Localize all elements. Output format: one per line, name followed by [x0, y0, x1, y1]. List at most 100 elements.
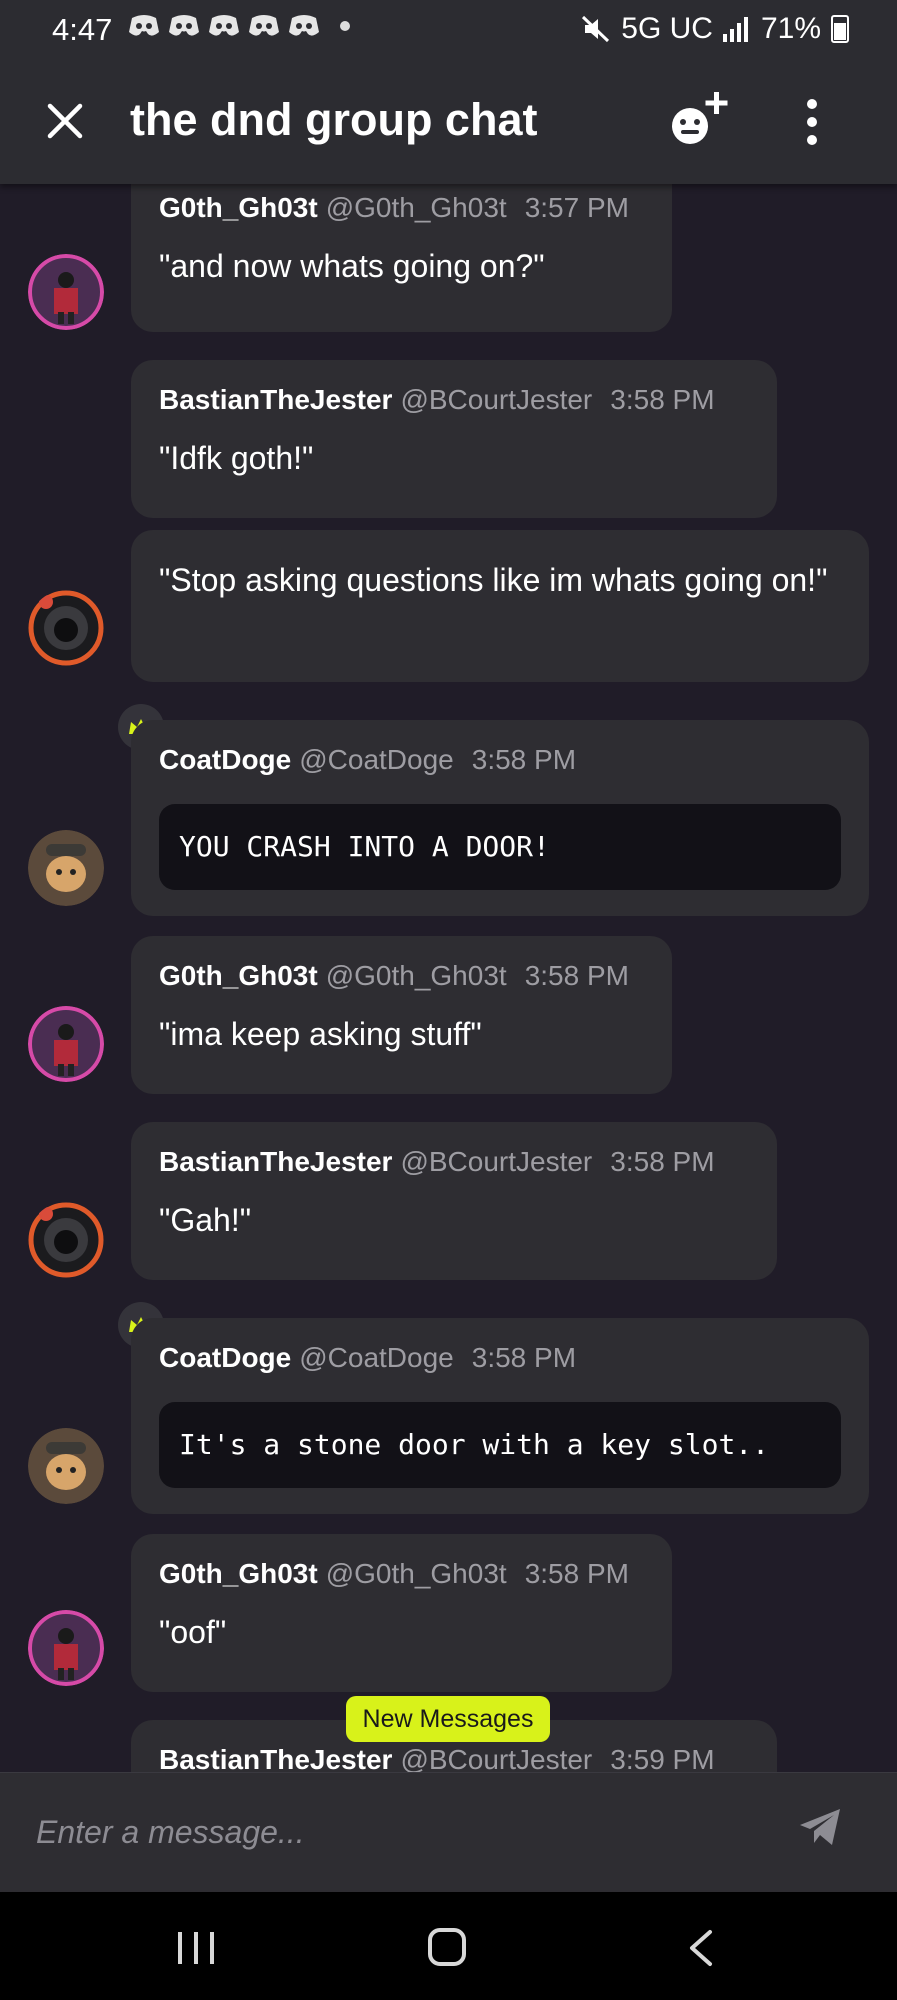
author-name[interactable]: CoatDoge [159, 1342, 291, 1373]
author-name[interactable]: G0th_Gh03t [159, 1558, 318, 1589]
chat-title: the dnd group chat [130, 94, 538, 145]
avatar-coatdoge[interactable] [28, 830, 104, 906]
avatar-coatdoge[interactable] [28, 1428, 104, 1504]
network-label: 5G UC [621, 12, 713, 45]
avatar-goth[interactable] [28, 1006, 104, 1082]
notification-icons [128, 14, 350, 38]
message-time: 3:59 PM [610, 1744, 715, 1772]
add-member-button[interactable] [668, 88, 732, 150]
send-icon [800, 1809, 840, 1845]
message-meta: G0th_Gh03t @G0th_Gh03t 3:58 PM [159, 1558, 629, 1590]
message-bubble[interactable]: BastianTheJester @BCourtJester 3:58 PM "Ga… [131, 1122, 777, 1280]
message-bubble[interactable]: BastianTheJester @BCourtJester 3:58 PM "Id… [131, 360, 777, 518]
author-name[interactable]: BastianTheJester [159, 1744, 392, 1772]
avatar-jester[interactable] [28, 1202, 104, 1278]
message-time: 3:58 PM [524, 960, 629, 991]
jester-avatar-image [28, 1202, 104, 1278]
message-text: "oof" [159, 1614, 227, 1650]
message-time: 3:57 PM [524, 192, 629, 223]
author-handle: @BCourtJester [400, 384, 593, 415]
avatar-goth[interactable] [28, 1610, 104, 1686]
message-time: 3:58 PM [471, 1342, 577, 1373]
message-bubble[interactable]: G0th_Gh03t @G0th_Gh03t 3:58 PM "ima keep a… [131, 936, 672, 1094]
status-time: 4:47 [52, 12, 113, 47]
send-button[interactable] [798, 1807, 848, 1857]
signal-icon [722, 17, 748, 42]
more-vertical-icon [807, 99, 817, 145]
new-messages-button[interactable]: New Messages [346, 1696, 550, 1742]
author-handle: @BCourtJester [400, 1146, 593, 1177]
message-time: 3:58 PM [524, 1558, 629, 1589]
home-button[interactable] [428, 1928, 466, 1966]
code-block: It's a stone door with a key slot.. [159, 1402, 841, 1488]
message-composer [0, 1772, 897, 1892]
message-meta: CoatDoge @CoatDoge 3:58 PM [159, 1342, 576, 1374]
message-meta: CoatDoge @CoatDoge 3:58 PM [159, 744, 576, 776]
message-text: "Idfk goth!" [159, 440, 314, 476]
discord-notification-icon [249, 15, 279, 36]
goth-avatar-image [28, 1610, 104, 1686]
message-item: CoatDoge @CoatDoge 3:58 PM YOU CRASH INTO … [0, 704, 897, 916]
message-text: "Stop asking questions like im whats goi… [159, 562, 828, 598]
top-bar: 4:47 5G UC 71% the dnd group chat [0, 0, 897, 184]
message-item: BastianTheJester @BCourtJester 3:58 PM "Ga… [0, 1122, 897, 1282]
avatar-goth[interactable] [28, 254, 104, 330]
message-item: "Stop asking questions like im whats goi… [0, 530, 897, 690]
battery-icon [831, 15, 849, 43]
message-bubble[interactable]: G0th_Gh03t @G0th_Gh03t 3:57 PM "and now wh… [131, 184, 672, 332]
goth-avatar-image [28, 1006, 104, 1082]
message-meta: G0th_Gh03t @G0th_Gh03t 3:57 PM [159, 192, 629, 224]
status-right: 5G UC 71% [581, 12, 849, 46]
author-handle: @G0th_Gh03t [325, 1558, 507, 1589]
message-meta: G0th_Gh03t @G0th_Gh03t 3:58 PM [159, 960, 629, 992]
close-button[interactable] [40, 96, 90, 146]
back-icon [690, 1930, 712, 1966]
message-item: BastianTheJester @BCourtJester 3:58 PM "Id… [0, 360, 897, 520]
coatdoge-avatar-image [28, 1428, 104, 1504]
more-options-button[interactable] [792, 96, 832, 148]
discord-notification-icon [169, 15, 199, 36]
message-bubble[interactable]: CoatDoge @CoatDoge 3:58 PM YOU CRASH INTO … [131, 720, 869, 916]
battery-percent: 71% [760, 12, 821, 45]
recent-apps-icon [178, 1932, 214, 1964]
author-name[interactable]: G0th_Gh03t [159, 192, 318, 223]
message-item: CoatDoge @CoatDoge 3:58 PM It's a stone do… [0, 1302, 897, 1514]
message-text: "ima keep asking stuff" [159, 1016, 482, 1052]
author-name[interactable]: CoatDoge [159, 744, 291, 775]
system-navigation-bar [0, 1892, 897, 2000]
discord-notification-icon [129, 15, 159, 36]
code-block: YOU CRASH INTO A DOOR! [159, 804, 841, 890]
goth-avatar-image [28, 254, 104, 330]
message-bubble[interactable]: CoatDoge @CoatDoge 3:58 PM It's a stone do… [131, 1318, 869, 1514]
message-time: 3:58 PM [610, 384, 715, 415]
message-input[interactable] [36, 1797, 756, 1867]
message-meta: BastianTheJester @BCourtJester 3:59 PM [159, 1744, 715, 1772]
message-item: G0th_Gh03t @G0th_Gh03t 3:58 PM "ima keep a… [0, 936, 897, 1096]
message-list[interactable]: G0th_Gh03t @G0th_Gh03t 3:57 PM "and now wh… [0, 184, 897, 1772]
discord-notification-icon [289, 15, 319, 36]
more-notifications-dot-icon [340, 21, 350, 31]
avatar-jester[interactable] [28, 590, 104, 666]
coatdoge-avatar-image [28, 830, 104, 906]
author-name[interactable]: BastianTheJester [159, 1146, 392, 1177]
message-time: 3:58 PM [610, 1146, 715, 1177]
discord-notification-icon [209, 15, 239, 36]
message-text: "Gah!" [159, 1202, 252, 1238]
message-time: 3:58 PM [471, 744, 577, 775]
message-bubble[interactable]: "Stop asking questions like im whats goi… [131, 530, 869, 682]
close-icon [47, 103, 83, 139]
recent-apps-button[interactable] [176, 1930, 216, 1966]
jester-avatar-image [28, 590, 104, 666]
message-text: "and now whats going on?" [159, 248, 545, 284]
message-item: G0th_Gh03t @G0th_Gh03t 3:57 PM "and now wh… [0, 184, 897, 344]
message-meta: BastianTheJester @BCourtJester 3:58 PM [159, 384, 715, 416]
message-bubble[interactable]: G0th_Gh03t @G0th_Gh03t 3:58 PM "oof" [131, 1534, 672, 1692]
author-handle: @CoatDoge [299, 1342, 454, 1373]
message-meta: BastianTheJester @BCourtJester 3:58 PM [159, 1146, 715, 1178]
add-member-icon [672, 92, 728, 144]
author-name[interactable]: G0th_Gh03t [159, 960, 318, 991]
back-button[interactable] [686, 1928, 716, 1968]
author-handle: @CoatDoge [299, 744, 454, 775]
author-handle: @G0th_Gh03t [325, 192, 507, 223]
author-name[interactable]: BastianTheJester [159, 384, 392, 415]
